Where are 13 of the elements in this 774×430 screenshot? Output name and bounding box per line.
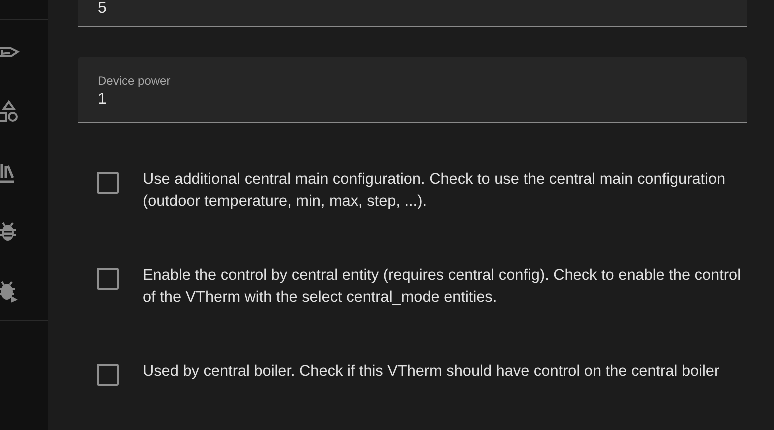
checkbox[interactable] <box>97 172 119 194</box>
checkbox[interactable] <box>97 268 119 290</box>
number-field[interactable]: 5 <box>78 0 747 27</box>
bug-play-icon[interactable] <box>0 280 20 304</box>
field-value: 1 <box>98 91 108 109</box>
option-description: Enable the control by central entity (requires central config). Check to enable the control of the VTherm with the select central_mode entities. <box>143 266 742 308</box>
checkbox[interactable] <box>97 364 119 386</box>
field-value: 5 <box>98 0 108 18</box>
number-field[interactable]: Device power 1 <box>78 57 747 123</box>
field-label: Device power <box>98 74 172 88</box>
option-description: Use additional central main configuration. Check to use the central main configuration (outdoor temperature, min, max, step, ...). <box>143 170 727 212</box>
option-description: Used by central boiler. Check if this VTherm should have control on the central boiler <box>143 362 721 382</box>
shapes-icon[interactable] <box>0 100 20 124</box>
